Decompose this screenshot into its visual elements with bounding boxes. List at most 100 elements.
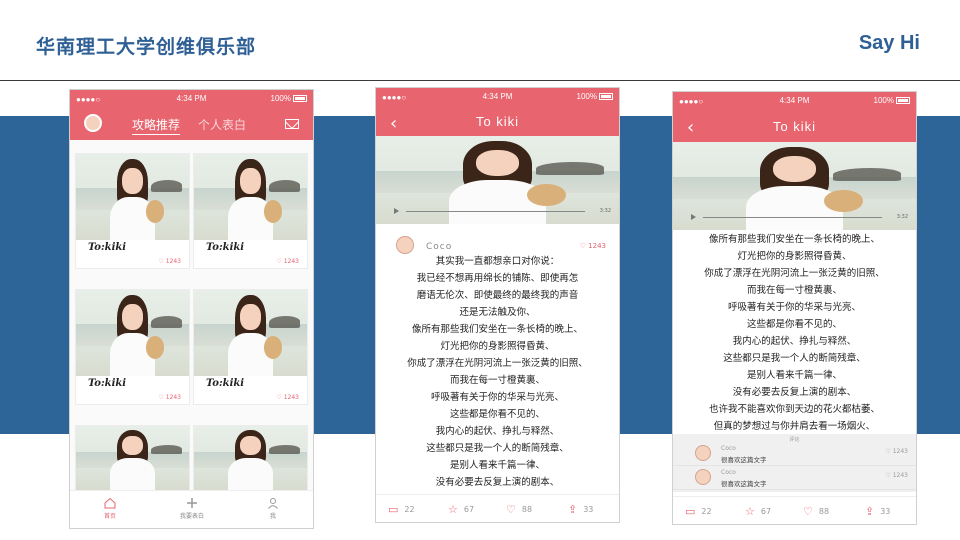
tab-recommend[interactable]: 攻略推荐	[132, 116, 181, 135]
poem-line: 我内心的起伏、挣扎与释然、	[732, 336, 857, 347]
poem-line: 你成了漂浮在光阴河流上一张泛黄的旧照、	[407, 358, 588, 369]
share-icon: ⇪	[865, 505, 875, 518]
star-action[interactable]: ☆ 67	[745, 505, 771, 518]
post-card[interactable]: To:kiki ♡ 1243	[194, 154, 307, 268]
heart-action[interactable]: ♡ 88	[506, 503, 532, 516]
action-bar: ▭ 22 ☆ 67 ♡ 88 ⇪ 33	[376, 494, 619, 522]
comment-icon: ▭	[388, 503, 399, 516]
comment-item[interactable]: Coco 很喜欢这篇文字 ♡ 1243	[673, 466, 916, 490]
poem-line: 这些都只是我一个人的断简残章、	[723, 353, 866, 364]
post-card[interactable]	[194, 426, 307, 490]
star-icon: ☆	[448, 503, 458, 516]
heart-icon: ♡	[276, 394, 282, 401]
card-signature: To:kiki	[206, 242, 245, 253]
poem-line: 其实我一直都想亲口对你说：	[435, 256, 560, 267]
audio-player[interactable]: 3:32	[681, 214, 908, 222]
comment-author: Coco	[721, 445, 736, 452]
share-count: 33	[880, 507, 891, 516]
comment-text: 很喜欢这篇文字	[721, 456, 767, 464]
phone-detail-screen: ●●●●○ 4:34 PM 100% ‹ To kiki 3:32 Coco ♡…	[376, 88, 619, 522]
status-bar: ●●●●○ 4:34 PM 100%	[376, 88, 619, 106]
comment-likes: 1243	[892, 472, 908, 479]
poem-line: 而我在每一寸橙黄裏、	[449, 375, 545, 386]
share-action[interactable]: ⇪ 33	[568, 503, 593, 516]
poem-line: 这些都是你看不见的、	[746, 319, 842, 330]
user-icon	[268, 498, 278, 509]
heart-count: 88	[818, 507, 830, 516]
comment-count: 22	[404, 505, 415, 514]
comment-action[interactable]: ▭ 22	[388, 503, 415, 516]
poem-line: 像所有那些我们安坐在一条长椅的晚上、	[411, 324, 583, 335]
progress-track[interactable]	[406, 211, 585, 212]
card-likes: 1243	[165, 394, 181, 401]
comments-header: 评论	[789, 437, 800, 443]
top-tab-bar: 攻略推荐 个人表白	[70, 108, 313, 140]
poem-line: 没有必要去反复上演的剧本、	[732, 387, 857, 398]
poem-line: 是别人看来千篇一律、	[449, 460, 545, 471]
avatar[interactable]	[396, 236, 414, 254]
heart-icon: ♡	[158, 394, 164, 401]
battery-icon	[293, 95, 307, 103]
heart-action[interactable]: ♡ 88	[803, 505, 829, 518]
home-icon	[104, 497, 116, 509]
post-card[interactable]: To:kiki ♡ 1243	[76, 290, 189, 404]
comment-likes: 1243	[892, 448, 908, 455]
heart-icon: ♡	[506, 503, 516, 516]
poem-line: 你成了漂浮在光阴河流上一张泛黄的旧照、	[704, 268, 885, 279]
poem-line: 磨语无伦次、即使最终的最终我的声音	[416, 290, 579, 301]
avatar[interactable]	[695, 469, 711, 485]
progress-track[interactable]	[703, 217, 882, 218]
avatar[interactable]	[695, 445, 711, 461]
nav-me-label: 我	[269, 513, 276, 520]
poem-line: 是别人看来千篇一律、	[746, 370, 842, 381]
poem-line: 也许我不能喜欢你到天边的花火都枯萎、	[708, 404, 880, 415]
poem-text: 像所有那些我们安坐在一条长椅的晚上、 灯光把你的身影照得昏黄、 你成了漂浮在光阴河流…	[673, 231, 916, 435]
card-signature: To:kiki	[206, 378, 245, 389]
card-photo	[194, 290, 307, 376]
phone-comments-screen: ●●●●○ 4:34 PM 100% ‹ To kiki 3:32 像所有那些我…	[673, 92, 916, 524]
poem-line: 灯光把你的身影照得昏黄、	[440, 341, 555, 352]
star-action[interactable]: ☆ 67	[448, 503, 474, 516]
battery-icon	[599, 93, 613, 101]
heart-icon: ♡	[579, 242, 586, 250]
poem-line: 而我在每一寸橙黄裏、	[746, 285, 842, 296]
status-bar: ●●●●○ 4:34 PM 100%	[673, 92, 916, 110]
tab-personal-confession[interactable]: 个人表白	[198, 116, 246, 133]
mail-icon[interactable]	[285, 119, 299, 129]
page-title: 华南理工大学创维俱乐部	[36, 36, 257, 58]
post-card[interactable]: To:kiki ♡ 1243	[76, 154, 189, 268]
card-signature: To:kiki	[88, 242, 127, 253]
play-icon[interactable]	[394, 208, 399, 214]
share-action[interactable]: ⇪ 33	[865, 505, 890, 518]
detail-title: To kiki	[475, 114, 520, 129]
card-photo	[194, 154, 307, 240]
bottom-nav: 首页 我要表白 我	[70, 490, 313, 528]
comments-panel: 评论 Coco 很喜欢这篇文字 ♡ 1243 Coco 很喜欢这篇文字 ♡ 12…	[673, 434, 916, 492]
card-signature: To:kiki	[88, 378, 127, 389]
post-card[interactable]: To:kiki ♡ 1243	[194, 290, 307, 404]
avatar[interactable]	[84, 114, 102, 132]
comment-action[interactable]: ▭ 22	[685, 505, 712, 518]
detail-title: To kiki	[772, 119, 817, 134]
nav-home[interactable]: 首页	[80, 497, 140, 520]
battery-label: 100%	[576, 92, 597, 101]
star-count: 67	[463, 505, 475, 514]
post-card[interactable]	[76, 426, 189, 490]
audio-player[interactable]: 3:32	[384, 208, 611, 216]
poem-line: 呼吸著有关于你的华采与光亮、	[430, 392, 564, 403]
nav-post[interactable]: 我要表白	[162, 497, 222, 520]
nav-post-label: 我要表白	[179, 513, 204, 520]
nav-me[interactable]: 我	[243, 497, 303, 520]
thumb-icon: ♡	[885, 448, 891, 455]
comment-item[interactable]: Coco 很喜欢这篇文字 ♡ 1243	[673, 442, 916, 466]
detail-photo: 3:32	[673, 142, 916, 230]
play-icon[interactable]	[691, 214, 696, 220]
card-likes: 1243	[283, 394, 299, 401]
comment-count: 22	[701, 507, 712, 516]
poem-line: 呼吸著有关于你的华采与光亮、	[727, 302, 861, 313]
card-photo	[76, 154, 189, 240]
card-photo	[76, 426, 189, 490]
plus-icon	[187, 498, 197, 508]
heart-icon: ♡	[803, 505, 813, 518]
heart-icon: ♡	[158, 258, 164, 265]
